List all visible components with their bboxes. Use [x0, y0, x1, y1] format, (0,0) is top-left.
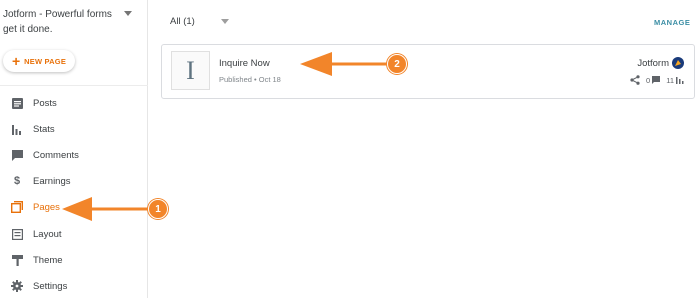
- manage-button[interactable]: MANAGE: [654, 18, 690, 27]
- filter-value: All (1): [170, 16, 195, 27]
- author-name: Jotform: [637, 57, 669, 69]
- view-count: 11: [666, 76, 684, 85]
- page-meta: Published • Oct 18: [219, 75, 281, 84]
- bar-chart-icon: [676, 77, 684, 84]
- sidebar-item-label: Pages: [33, 201, 60, 213]
- blog-switcher-chevron-down-icon[interactable]: [124, 11, 132, 16]
- sidebar-item-pages[interactable]: Pages: [0, 195, 148, 219]
- page-list-item[interactable]: I Inquire Now Published • Oct 18 Jotform…: [161, 44, 695, 99]
- sidebar-item-label: Stats: [33, 123, 55, 135]
- page-stats: 0 11: [630, 75, 684, 85]
- plus-icon: +: [11, 53, 21, 69]
- stats-icon: [11, 123, 23, 135]
- blog-title[interactable]: Jotform - Powerful forms get it done.: [3, 7, 121, 37]
- avatar: [672, 57, 684, 69]
- chevron-down-icon: [220, 19, 229, 24]
- thumbnail-letter: I: [186, 55, 195, 85]
- comments-icon: [11, 149, 23, 161]
- sidebar-item-comments[interactable]: Comments: [0, 143, 148, 167]
- author: Jotform: [637, 57, 684, 69]
- sidebar-item-layout[interactable]: Layout: [0, 222, 148, 246]
- theme-icon: [11, 254, 23, 266]
- page-thumbnail: I: [171, 51, 210, 90]
- sidebar-item-label: Earnings: [33, 175, 71, 187]
- new-page-label: NEW PAGE: [24, 56, 67, 66]
- view-count-value: 11: [666, 75, 674, 85]
- status-filter-dropdown[interactable]: All (1): [170, 16, 229, 27]
- page-title[interactable]: Inquire Now: [219, 58, 270, 69]
- gear-icon: [11, 280, 23, 292]
- sidebar-item-theme[interactable]: Theme: [0, 248, 148, 272]
- sidebar-item-label: Theme: [33, 254, 63, 266]
- sidebar-divider: [0, 85, 148, 86]
- sidebar-item-label: Posts: [33, 97, 57, 109]
- comment-icon: [652, 76, 661, 84]
- sidebar-item-stats[interactable]: Stats: [0, 117, 148, 141]
- comment-count-value: 0: [646, 75, 651, 85]
- posts-icon: [11, 97, 23, 109]
- new-page-button[interactable]: + NEW PAGE: [3, 50, 75, 72]
- comment-count: 0: [646, 75, 661, 85]
- sidebar-item-label: Layout: [33, 228, 62, 240]
- sidebar: Jotform - Powerful forms get it done. + …: [0, 0, 148, 298]
- layout-icon: [11, 228, 23, 240]
- dollar-icon: $: [13, 175, 21, 187]
- pages-icon: [11, 201, 23, 213]
- annotation-badge-2: 2: [387, 54, 407, 74]
- share-button[interactable]: [630, 75, 640, 85]
- sidebar-item-settings[interactable]: Settings: [0, 274, 148, 298]
- sidebar-item-earnings[interactable]: $ Earnings: [0, 169, 148, 193]
- share-icon: [630, 75, 640, 85]
- sidebar-item-posts[interactable]: Posts: [0, 91, 148, 115]
- annotation-badge-1: 1: [148, 199, 168, 219]
- sidebar-item-label: Settings: [33, 280, 68, 292]
- sidebar-item-label: Comments: [33, 149, 79, 161]
